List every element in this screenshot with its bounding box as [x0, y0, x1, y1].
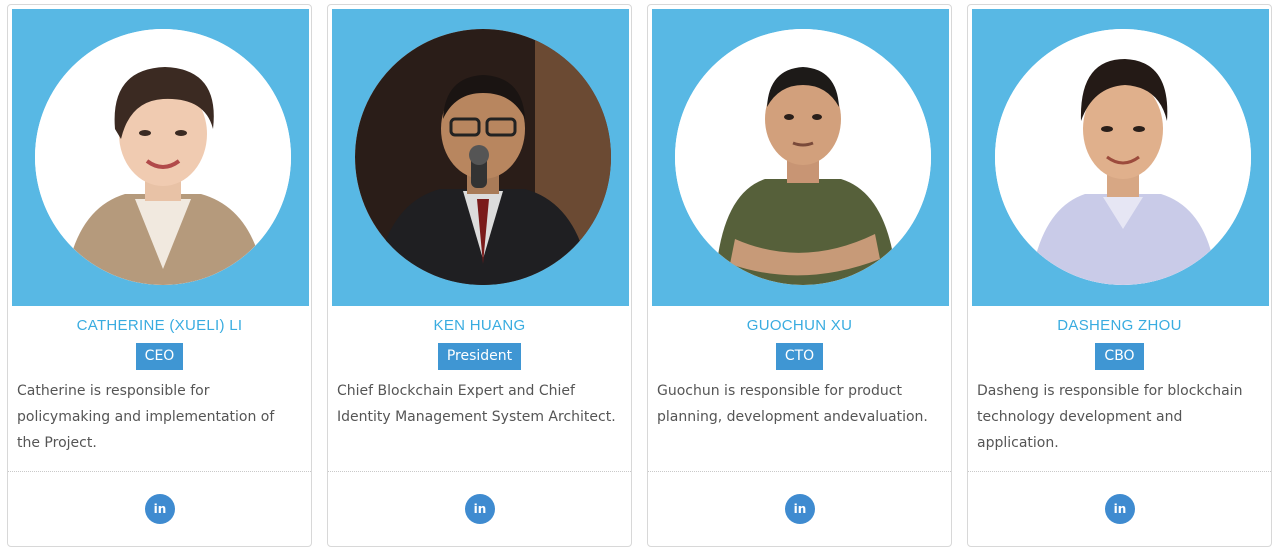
photo-background — [652, 9, 949, 306]
portrait-photo — [355, 29, 611, 285]
linkedin-icon[interactable]: in — [145, 494, 175, 524]
card-divider — [8, 471, 311, 472]
member-bio: Dasheng is responsible for blockchain te… — [977, 383, 1243, 451]
portrait-photo — [35, 29, 291, 285]
role-badge: CTO — [775, 343, 824, 370]
member-bio: Catherine is responsible for policymakin… — [17, 383, 275, 451]
linkedin-icon[interactable]: in — [785, 494, 815, 524]
member-name: CATHERINE (XUELI) LI — [76, 317, 243, 334]
photo-background — [332, 9, 629, 306]
member-name: GUOCHUN XU — [746, 317, 853, 334]
member-name: KEN HUANG — [433, 317, 526, 334]
role-badge: President — [437, 343, 522, 370]
portrait-photo — [675, 29, 931, 285]
card-divider — [648, 471, 951, 472]
team-card: GUOCHUN XU CTO Guochun is responsible fo… — [647, 4, 952, 547]
photo-background — [12, 9, 309, 306]
photo-background — [972, 9, 1269, 306]
team-card: KEN HUANG President Chief Blockchain Exp… — [327, 4, 632, 547]
linkedin-icon[interactable]: in — [1105, 494, 1135, 524]
team-card: CATHERINE (XUELI) LI CEO Catherine is re… — [7, 4, 312, 547]
role-badge: CEO — [135, 343, 184, 370]
role-badge: CBO — [1095, 343, 1144, 370]
card-divider — [968, 471, 1271, 472]
member-bio: Chief Blockchain Expert and Chief Identi… — [337, 383, 616, 425]
linkedin-icon[interactable]: in — [465, 494, 495, 524]
team-card: DASHENG ZHOU CBO Dasheng is responsible … — [967, 4, 1272, 547]
member-bio: Guochun is responsible for product plann… — [657, 383, 928, 425]
card-divider — [328, 471, 631, 472]
member-name: DASHENG ZHOU — [1057, 317, 1182, 334]
portrait-photo — [995, 29, 1251, 285]
